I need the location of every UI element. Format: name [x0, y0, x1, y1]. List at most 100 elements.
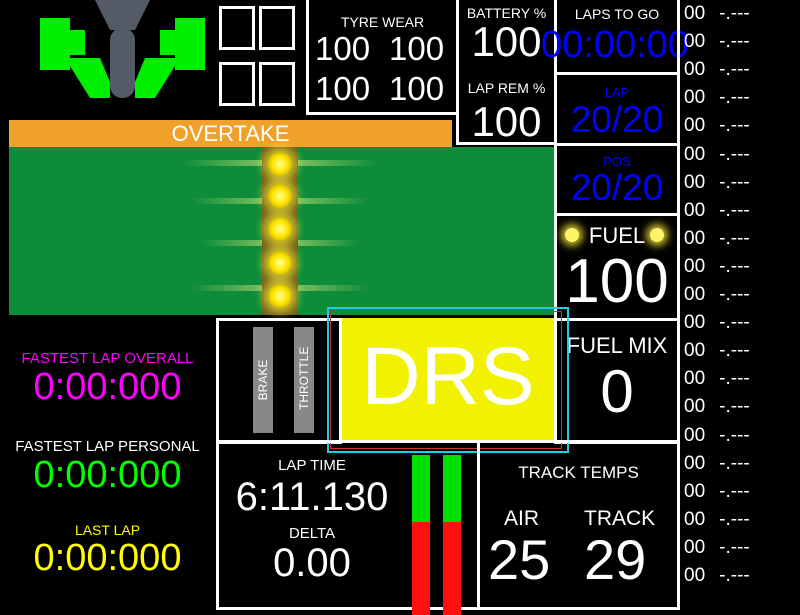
lap-list-time: -.--- [719, 199, 750, 221]
track-value: 29 [584, 528, 647, 591]
lap-list-time: -.--- [719, 284, 750, 305]
lap-list-row: 00 -.--- [684, 565, 750, 587]
lap-list-row: 00 -.--- [684, 228, 750, 250]
lap-list-number: 00 [684, 508, 706, 530]
lap-list-time: -.--- [719, 3, 750, 24]
lap-list-number: 00 [684, 87, 706, 109]
lap-list-number: 00 [684, 171, 706, 193]
lap-list-number: 00 [684, 59, 706, 81]
lap-list-number: 00 [684, 565, 706, 586]
lap-list-row: 00 -.--- [684, 453, 750, 475]
tyre-indicator-fr [259, 6, 295, 50]
lap-list-number: 00 [684, 480, 706, 502]
track-temps-label: TRACK TEMPS [518, 463, 639, 482]
laps-to-go-panel: LAPS TO GO 00:00:00 [541, 0, 689, 75]
lap-list-number: 00 [684, 368, 706, 390]
tyre-wear-panel: TYRE WEAR 100 100 100 100 [306, 0, 459, 115]
lap-list-number: 00 [684, 452, 706, 474]
lap-list-time: -.--- [719, 424, 750, 446]
lap-list-row: 00 -.--- [684, 115, 750, 137]
last-lap-label: LAST LAP [74, 522, 141, 538]
fuel-mix-panel: FUEL MIX 0 [554, 318, 680, 444]
tyre-wear-rr: 100 [389, 70, 445, 107]
fuel-mix-value: 0 [600, 358, 634, 425]
rev-led-icon [268, 217, 292, 241]
pos-value: 20/20 [570, 167, 664, 208]
pos-panel: POS 20/20 [554, 143, 680, 216]
lap-list-row: 00 -.--- [684, 284, 750, 306]
lap-list-time: -.--- [719, 87, 750, 109]
lap-list-time: -.--- [719, 31, 750, 53]
throttle-label: THROTTLE [297, 346, 311, 410]
lap-list-number: 00 [684, 199, 706, 221]
lap-list-row: 00 -.--- [684, 312, 750, 334]
battery-panel: BATTERY % 100 LAP REM % 100 [456, 0, 557, 145]
lap-list-time: -.--- [719, 340, 750, 362]
delta-bar-right [443, 455, 461, 615]
lap-time-panel: LAP TIME 6:11.130 DELTA 0.00 [216, 440, 480, 615]
led-strip [262, 147, 298, 315]
lap-list-row: 00 -.--- [684, 31, 750, 53]
lap-time-value: 6:11.130 [235, 475, 389, 519]
fastest-lap-overall-label: FASTEST LAP OVERALL [21, 350, 194, 367]
pedals-panel: BRAKE THROTTLE [216, 318, 342, 444]
battery-value: 100 [471, 18, 542, 65]
lap-list-number: 00 [684, 115, 706, 137]
lap-list-time: -.--- [719, 536, 750, 558]
lap-panel: LAP 20/20 [554, 72, 680, 146]
lap-list-row: 00 -.--- [684, 537, 750, 559]
lap-list-number: 00 [684, 424, 706, 446]
lap-list-time: -.--- [719, 115, 750, 137]
lap-list-time: -.--- [719, 508, 750, 530]
lap-list-time: -.--- [719, 255, 750, 277]
lap-list-row: 00 -.--- [684, 396, 750, 418]
lap-list-row: 00 -.--- [684, 172, 750, 194]
lap-list-time: -.--- [719, 452, 750, 474]
delta-label: DELTA [288, 525, 336, 542]
lap-rem-value: 100 [471, 98, 542, 145]
lap-list-row: 00 -.--- [684, 87, 750, 109]
lap-list-number: 00 [684, 143, 706, 165]
laps-to-go-value: 00:00:00 [541, 24, 689, 66]
tyre-indicator-rr [259, 62, 295, 106]
lap-list-number: 00 [684, 31, 706, 53]
lap-list-time: -.--- [719, 227, 750, 249]
lap-list-time: -.--- [719, 368, 750, 390]
lap-list-row: 00 -.--- [684, 59, 750, 81]
fuel-value: 100 [565, 247, 669, 316]
lap-list-row: 00 -.--- [684, 200, 750, 222]
tyre-wear-rl: 100 [315, 70, 371, 107]
lap-list-number: 00 [684, 312, 706, 334]
tyre-wear-fr: 100 [389, 30, 445, 67]
last-lap-value: 0:00:000 [33, 537, 182, 579]
tyre-indicator-rl [219, 62, 255, 106]
lap-list-row: 00 -.--- [684, 481, 750, 503]
rev-led-icon [268, 251, 292, 275]
lap-time-label: LAP TIME [278, 457, 346, 474]
rev-led-icon [268, 152, 292, 176]
delta-value: 0.00 [273, 541, 351, 585]
lap-list-row: 00 -.--- [684, 144, 750, 166]
laps-to-go-label: LAPS TO GO [574, 6, 660, 22]
lap-list-time: -.--- [719, 59, 750, 81]
overtake-bar: OVERTAKE [9, 120, 452, 147]
lap-list-number: 00 [684, 536, 706, 558]
track-temps-panel: TRACK TEMPS AIR 25 TRACK 29 [477, 440, 680, 610]
lap-times-list: 00 -.--- 00 -.--- 00 -.--- 00 -.--- 00 -.--- 00 -.-… [677, 0, 800, 599]
lap-list-number: 00 [684, 396, 706, 418]
brake-label: BRAKE [256, 359, 270, 401]
lap-list-time: -.--- [719, 396, 750, 418]
delta-bar-left [412, 455, 430, 615]
lap-list-time: -.--- [719, 480, 750, 502]
fuel-mix-label: FUEL MIX [566, 333, 668, 358]
car-icon [40, 0, 205, 98]
fastest-lap-personal-label: FASTEST LAP PERSONAL [15, 438, 200, 455]
lap-list-row: 00 -.--- [684, 3, 750, 25]
lap-label: LAP [604, 85, 630, 100]
lap-list-time: -.--- [719, 143, 750, 165]
car-graphic [40, 0, 205, 110]
lap-list-time: -.--- [719, 565, 750, 586]
lap-rem-label: LAP REM % [467, 80, 546, 96]
lap-list-row: 00 -.--- [684, 509, 750, 531]
lap-list-number: 00 [684, 284, 706, 305]
